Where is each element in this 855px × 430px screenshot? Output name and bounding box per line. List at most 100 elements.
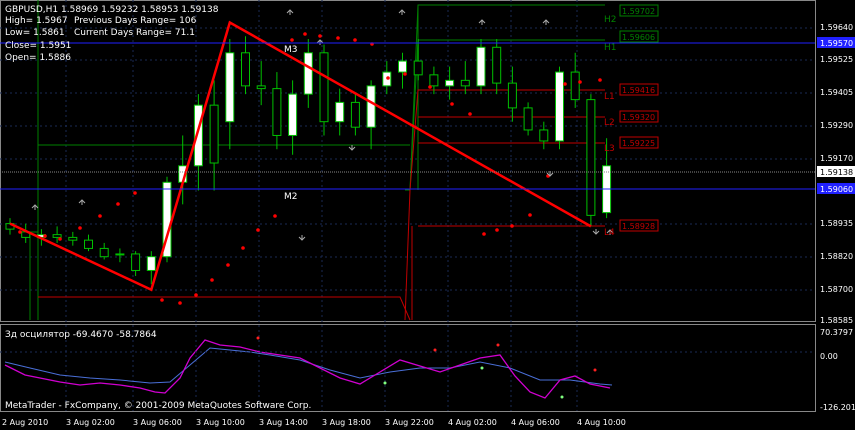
high-value: High= 1.5967 xyxy=(5,16,68,26)
curr-range: Current Days Range= 71.1 xyxy=(74,28,195,38)
svg-text:1.59702: 1.59702 xyxy=(622,7,655,16)
sar-dot xyxy=(353,38,357,42)
bear-candle xyxy=(131,253,141,271)
bull-candle xyxy=(288,93,298,136)
bear-candle xyxy=(460,79,470,87)
svg-text:1.59225: 1.59225 xyxy=(622,139,655,148)
l4-value-box: 1.58928 xyxy=(619,219,659,232)
bear-candle xyxy=(84,239,93,249)
sar-dot xyxy=(563,82,567,86)
bull-candle xyxy=(445,79,455,87)
l2-value-box: 1.59320 xyxy=(619,110,659,123)
time-axis: 2 Aug 2010 3 Aug 02:00 3 Aug 06:00 3 Aug… xyxy=(2,418,626,427)
osc-tick-zero: 0.00 xyxy=(820,352,838,361)
price-tick: 1.59640 xyxy=(820,23,853,32)
price-tick: 1.58820 xyxy=(820,252,853,261)
main-plot-frame xyxy=(0,0,816,322)
price-tick: 1.58585 xyxy=(820,316,853,325)
time-tick: 4 Aug 02:00 xyxy=(448,418,497,427)
l3-value-box: 1.59225 xyxy=(619,136,659,149)
bear-candle xyxy=(523,107,533,131)
blue-tag-mid: 1.59060 xyxy=(820,185,853,194)
h2-value-box: 1.59702 xyxy=(619,4,659,17)
bear-candle xyxy=(241,52,250,87)
sar-dot xyxy=(482,232,486,236)
sar-dot xyxy=(336,36,340,40)
time-tick: 4 Aug 10:00 xyxy=(577,418,626,427)
l3-label: L3 xyxy=(604,144,615,154)
bear-candle xyxy=(68,236,78,241)
svg-text:1.58928: 1.58928 xyxy=(622,222,655,231)
h1-label: H1 xyxy=(604,43,617,53)
time-tick: 4 Aug 06:00 xyxy=(511,418,560,427)
sar-dot xyxy=(256,228,260,232)
osc-red-dot xyxy=(496,343,500,347)
bull-candle xyxy=(476,46,486,87)
bull-candle xyxy=(303,52,313,95)
price-axis: 1.59640 1.59525 1.59405 1.59290 1.59170 … xyxy=(817,23,855,325)
trading-chart[interactable]: GBPUSD,H1 1.58969 1.59232 1.58953 1.5913… xyxy=(0,0,855,430)
price-tick: 1.59170 xyxy=(820,154,853,163)
sar-dot xyxy=(116,202,120,206)
price-tick: 1.59525 xyxy=(820,55,853,64)
sar-dot xyxy=(403,72,407,76)
time-tick: 3 Aug 06:00 xyxy=(133,418,182,427)
osc-green-dot xyxy=(383,381,387,385)
osc-tick-bottom: -126.2018 xyxy=(820,403,855,412)
sar-dot xyxy=(226,263,230,267)
sar-dot xyxy=(178,301,182,305)
bear-candle xyxy=(413,60,423,76)
sar-dot xyxy=(578,80,582,84)
bull-candle xyxy=(335,101,345,123)
bull-candle xyxy=(555,71,564,142)
bear-candle xyxy=(272,88,282,136)
bear-candle xyxy=(429,74,439,87)
osc-red-dot xyxy=(256,336,260,340)
copyright-text: MetaTrader - FxCompany, © 2001-2009 Meta… xyxy=(5,401,311,411)
bear-candle xyxy=(507,82,517,109)
sar-dot xyxy=(210,278,214,282)
sar-dot xyxy=(160,298,164,302)
bull-candle xyxy=(115,253,125,256)
time-tick: 3 Aug 18:00 xyxy=(322,418,371,427)
sar-dot xyxy=(98,214,102,218)
sar-dot xyxy=(450,102,454,106)
h1-value-box: 1.59606 xyxy=(619,30,659,43)
sar-dot xyxy=(43,234,47,238)
bear-candle xyxy=(52,234,62,238)
time-tick: 3 Aug 22:00 xyxy=(385,418,434,427)
bear-candle xyxy=(586,99,596,216)
sar-dot xyxy=(273,214,277,218)
osc-tick-top: 70.3797 xyxy=(820,328,853,337)
price-tick: 1.58700 xyxy=(820,285,853,294)
sar-dot xyxy=(241,246,245,250)
time-tick: 2 Aug 2010 xyxy=(2,418,48,427)
svg-text:1.59416: 1.59416 xyxy=(622,86,655,95)
bear-candle xyxy=(350,101,360,128)
low-value: Low= 1.5861 xyxy=(5,28,65,38)
bear-candle xyxy=(256,85,266,90)
time-tick: 3 Aug 14:00 xyxy=(259,418,308,427)
prev-range: Previous Days Range= 106 xyxy=(74,16,197,26)
sar-dot xyxy=(510,224,514,228)
m2-label: M2 xyxy=(284,192,298,202)
bear-candle xyxy=(492,46,502,84)
osc-green-dot xyxy=(480,366,484,370)
sar-dot xyxy=(18,230,22,234)
osc-red-dot xyxy=(593,368,597,372)
current-bid-tag: 1.59138 xyxy=(820,168,853,177)
osc-green-dot xyxy=(560,395,564,399)
svg-text:1.59320: 1.59320 xyxy=(622,113,655,122)
open-value: Open= 1.5886 xyxy=(5,53,71,63)
sar-dot xyxy=(78,226,82,230)
price-tick: 1.59405 xyxy=(820,88,853,97)
bear-candle xyxy=(319,52,329,123)
sar-dot xyxy=(428,85,432,89)
close-value: Close= 1.5951 xyxy=(5,41,71,51)
price-tick: 1.58935 xyxy=(820,219,853,228)
sar-dot xyxy=(318,34,322,38)
svg-text:1.59606: 1.59606 xyxy=(622,33,655,42)
bull-candle xyxy=(225,52,235,123)
bear-candle xyxy=(570,71,580,101)
bull-candle xyxy=(366,85,376,128)
